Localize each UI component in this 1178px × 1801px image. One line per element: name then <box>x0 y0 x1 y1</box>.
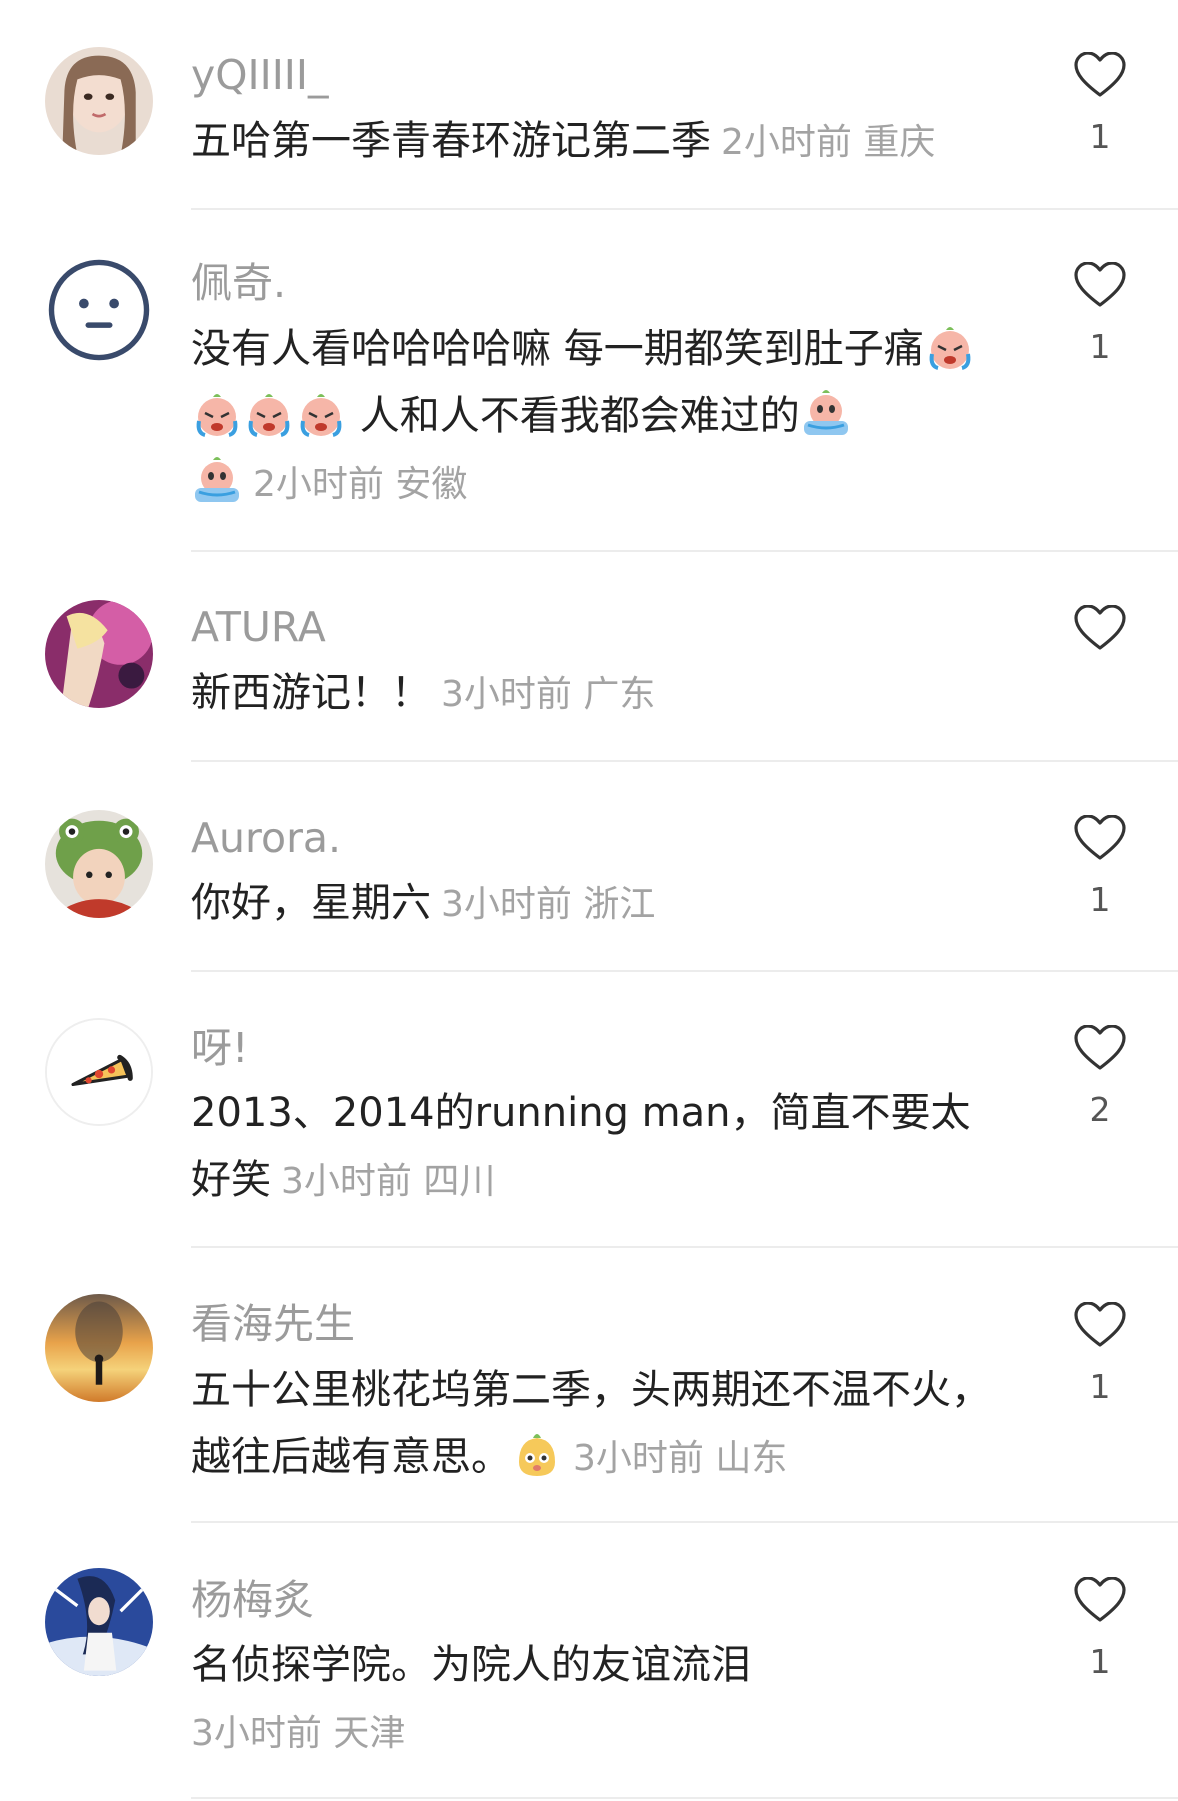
like-button[interactable]: 1 <box>1065 1577 1135 1678</box>
comment-content: 五哈第一季青春环游记第二季 <box>191 118 711 164</box>
avatar[interactable] <box>45 47 153 155</box>
comment-time: 3小时前 <box>281 1161 412 1202</box>
comment-text: 五哈第一季青春环游记第二季 2小时前 重庆 <box>191 108 991 176</box>
comment-text: 2013、2014的running man，简直不要太好笑 3小时前 四川 <box>191 1080 991 1215</box>
comment-time: 3小时前 <box>573 1438 704 1479</box>
divider <box>191 550 1178 552</box>
comment-meta: 2小时前 安徽 <box>253 464 467 505</box>
comment-content: 没有人看哈哈哈哈嘛 每一期都笑到肚子痛 <box>191 326 924 372</box>
like-count: 1 <box>1089 1367 1111 1406</box>
comment-text: 你好，星期六 3小时前 浙江 <box>191 870 991 938</box>
crying-emoji-icon <box>191 387 243 439</box>
username[interactable]: 呀! <box>191 1028 248 1069</box>
comment-location: 四川 <box>423 1161 496 1202</box>
avatar[interactable] <box>45 256 153 364</box>
like-button[interactable]: 1 <box>1065 52 1135 153</box>
comment-location: 天津 <box>333 1713 406 1754</box>
crying-emoji-icon <box>924 320 976 372</box>
heart-outline-icon[interactable] <box>1074 815 1126 861</box>
crying-emoji-icon <box>800 387 852 439</box>
divider <box>191 1521 1178 1523</box>
heart-outline-icon[interactable] <box>1074 262 1126 308</box>
like-count: 1 <box>1089 117 1111 156</box>
heart-outline-icon[interactable] <box>1074 1577 1126 1623</box>
divider <box>191 970 1178 972</box>
comment-content: 人和人不看我都会难过的 <box>347 393 800 439</box>
divider <box>191 208 1178 210</box>
heart-outline-icon[interactable] <box>1074 52 1126 98</box>
comment-content: 新西游记！！ <box>191 670 431 716</box>
comment-content: 名侦探学院。为院人的友谊流泪 <box>191 1642 751 1688</box>
comment-meta: 2小时前 重庆 <box>721 122 935 163</box>
avatar[interactable] <box>45 1568 153 1676</box>
comment-meta: 3小时前 天津 <box>191 1713 405 1754</box>
comment-meta: 3小时前 四川 <box>281 1161 495 1202</box>
smiling-emoji-icon <box>511 1428 563 1480</box>
avatar[interactable] <box>45 600 153 708</box>
comment-time: 3小时前 <box>441 884 572 925</box>
comment-text: 五十公里桃花坞第二季，头两期还不温不火，越往后越有意思。 3小时前 山东 <box>191 1357 991 1492</box>
comment-time: 3小时前 <box>191 1713 322 1754</box>
username[interactable]: yQIIIII_ <box>191 55 329 96</box>
comment-meta: 3小时前 广东 <box>441 674 655 715</box>
avatar[interactable] <box>45 1018 153 1126</box>
divider <box>191 760 1178 762</box>
username[interactable]: 杨梅炙 <box>191 1580 314 1621</box>
comment-location: 广东 <box>583 674 656 715</box>
username[interactable]: 佩奇. <box>191 263 286 304</box>
heart-outline-icon[interactable] <box>1074 1302 1126 1348</box>
comment-time: 2小时前 <box>253 464 384 505</box>
comment-meta: 3小时前 山东 <box>573 1438 787 1479</box>
comment-text: 名侦探学院。为院人的友谊流泪 3小时前 天津 <box>191 1632 991 1767</box>
like-button[interactable]: 1 <box>1065 262 1135 363</box>
divider <box>191 1797 1178 1799</box>
like-count: 1 <box>1089 1642 1111 1681</box>
avatar[interactable] <box>45 810 153 918</box>
like-button[interactable] <box>1065 605 1135 673</box>
username[interactable]: Aurora. <box>191 818 341 859</box>
comment-text: 新西游记！！ 3小时前 广东 <box>191 660 991 728</box>
comment-location: 重庆 <box>863 122 936 163</box>
comment-meta: 3小时前 浙江 <box>441 884 655 925</box>
comment-content: 你好，星期六 <box>191 880 431 926</box>
crying-emoji-icon <box>243 387 295 439</box>
like-count: 2 <box>1089 1090 1111 1129</box>
heart-outline-icon[interactable] <box>1074 1025 1126 1071</box>
crying-emoji-icon <box>295 387 347 439</box>
username[interactable]: ATURA <box>191 607 326 648</box>
like-button[interactable]: 2 <box>1065 1025 1135 1126</box>
comment-location: 安徽 <box>395 464 468 505</box>
heart-outline-icon[interactable] <box>1074 605 1126 651</box>
comment-time: 3小时前 <box>441 674 572 715</box>
username[interactable]: 看海先生 <box>191 1304 355 1345</box>
like-count: 1 <box>1089 880 1111 919</box>
like-count: 1 <box>1089 327 1111 366</box>
comment-time: 2小时前 <box>721 122 852 163</box>
comment-location: 山东 <box>715 1438 788 1479</box>
divider <box>191 1246 1178 1248</box>
comment-text: 没有人看哈哈哈哈嘛 每一期都笑到肚子痛 人和人不看我都会难过的 2小时前 安徽 <box>191 316 991 518</box>
comment-location: 浙江 <box>583 884 656 925</box>
crying-emoji-icon <box>191 454 243 506</box>
like-button[interactable]: 1 <box>1065 815 1135 916</box>
like-button[interactable]: 1 <box>1065 1302 1135 1403</box>
avatar[interactable] <box>45 1294 153 1402</box>
